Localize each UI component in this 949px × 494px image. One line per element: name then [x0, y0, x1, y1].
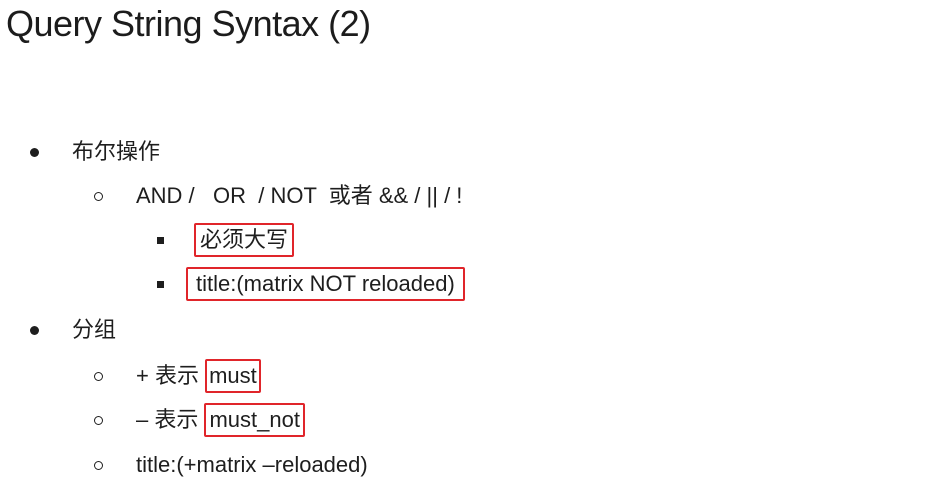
square-bullet-icon — [157, 223, 191, 257]
circle-bullet-icon — [94, 403, 128, 437]
highlight-box: must_not — [204, 403, 305, 437]
highlight-box: must — [205, 359, 261, 393]
list-item-text: title:(+matrix –reloaded) — [136, 452, 368, 477]
list-item-text: AND / OR / NOT 或者 && / || / ! — [136, 183, 463, 208]
circle-bullet-icon — [94, 179, 128, 213]
list-item-text: + 表示 — [136, 363, 199, 388]
circle-bullet-icon — [94, 359, 128, 393]
list-item-text: 布尔操作 — [72, 139, 161, 164]
list-item-text: – 表示 — [136, 407, 199, 432]
highlight-box: 必须大写 — [194, 223, 295, 257]
circle-bullet-icon — [94, 448, 128, 482]
highlight-box: title:(matrix NOT reloaded) — [186, 267, 465, 301]
disc-bullet-icon — [30, 135, 64, 169]
slide-title: Query String Syntax (2) — [6, 3, 371, 44]
disc-bullet-icon — [30, 313, 64, 347]
list-item-text: 分组 — [72, 317, 117, 342]
